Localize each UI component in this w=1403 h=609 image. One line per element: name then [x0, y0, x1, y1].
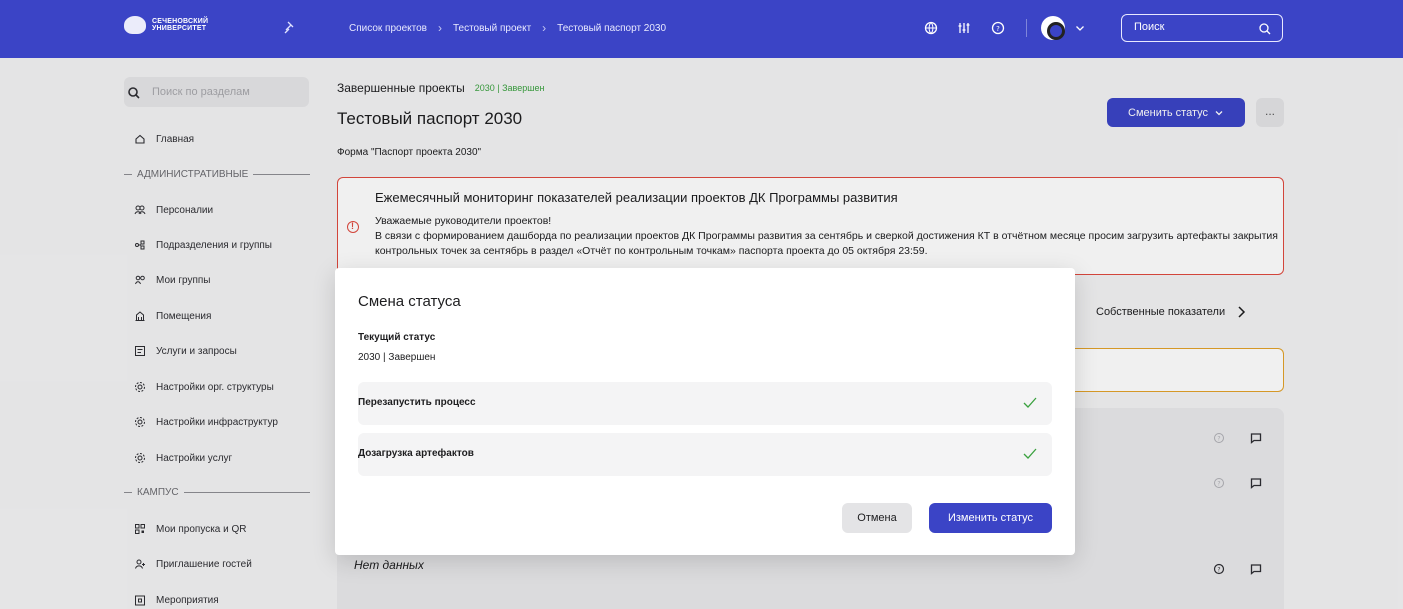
option-restart-process[interactable]: Перезапустить процесс	[358, 382, 1052, 425]
chevron-right-icon: ›	[542, 21, 547, 35]
change-status-dialog: Смена статуса Текущий статус 2030 | Заве…	[335, 268, 1075, 555]
top-bar: СЕЧЕНОВСКИЙ УНИВЕРСИТЕТ Список проектов …	[0, 0, 1403, 58]
option-label: Дозагрузка артефактов	[358, 448, 474, 459]
check-icon	[1023, 397, 1037, 408]
dialog-title: Смена статуса	[358, 293, 461, 310]
check-icon	[1023, 448, 1037, 459]
current-status-label: Текущий статус	[358, 332, 436, 343]
option-reupload-artifacts[interactable]: Дозагрузка артефактов	[358, 433, 1052, 476]
cancel-button[interactable]: Отмена	[842, 503, 912, 533]
logo-mark-icon	[124, 16, 146, 34]
current-status-value: 2030 | Завершен	[358, 352, 436, 363]
option-label: Перезапустить процесс	[358, 397, 476, 408]
help-icon[interactable]: ?	[990, 20, 1006, 36]
sliders-icon[interactable]	[956, 20, 972, 36]
globe-icon[interactable]	[923, 20, 939, 36]
breadcrumb-current-passport[interactable]: Тестовый паспорт 2030	[557, 23, 666, 34]
apply-status-button[interactable]: Изменить статус	[929, 503, 1052, 533]
avatar[interactable]	[1041, 16, 1065, 40]
search-icon	[1259, 23, 1271, 35]
pin-icon[interactable]	[282, 20, 298, 36]
chevron-right-icon: ›	[437, 21, 442, 35]
university-logo[interactable]: СЕЧЕНОВСКИЙ УНИВЕРСИТЕТ	[124, 16, 208, 34]
breadcrumb-projects-list[interactable]: Список проектов	[349, 23, 427, 34]
breadcrumb-test-project[interactable]: Тестовый проект	[453, 23, 531, 34]
logo-line-1: СЕЧЕНОВСКИЙ	[152, 18, 209, 25]
svg-text:?: ?	[996, 25, 1000, 33]
breadcrumb: Список проектов › Тестовый проект › Тест…	[349, 21, 666, 35]
chevron-down-icon[interactable]	[1074, 22, 1086, 34]
top-search-input[interactable]: Поиск	[1121, 14, 1283, 42]
top-search-placeholder: Поиск	[1134, 21, 1165, 33]
logo-line-2: УНИВЕРСИТЕТ	[152, 25, 207, 32]
topbar-divider	[1026, 19, 1027, 37]
